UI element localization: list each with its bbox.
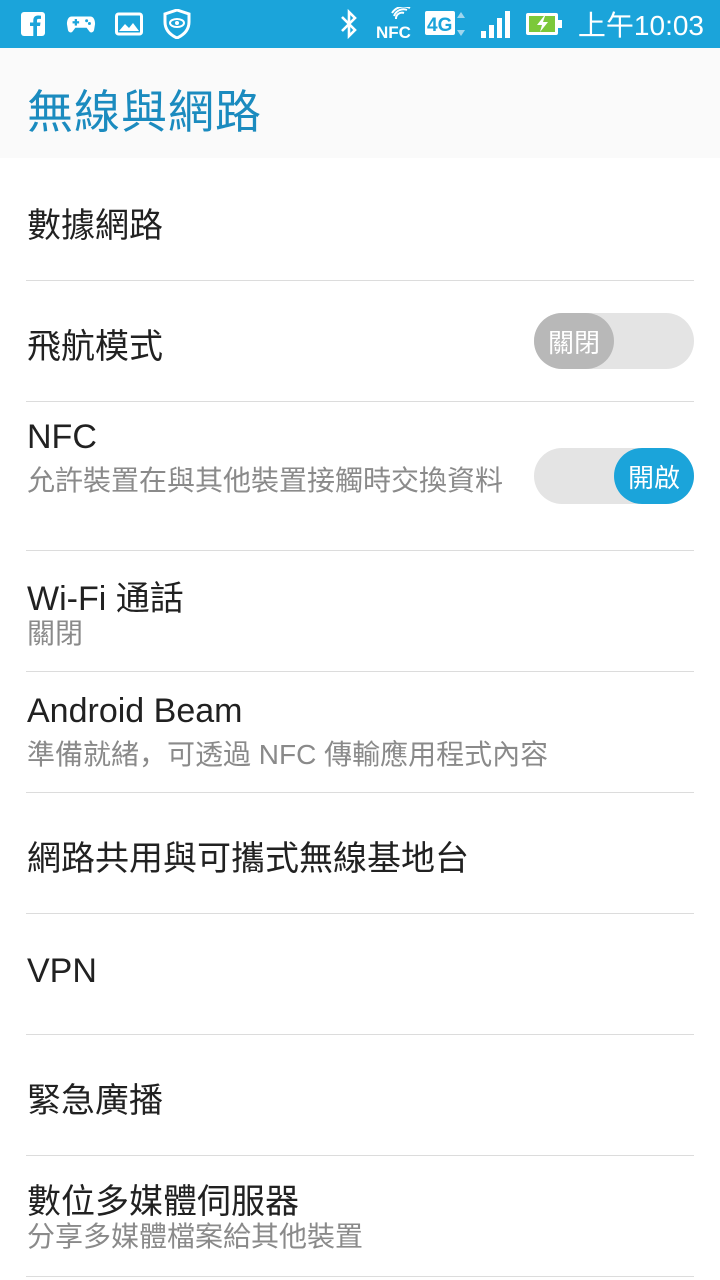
setting-title: 網路共用與可攜式無線基地台	[27, 840, 469, 878]
switch-knob: 開啟	[614, 448, 694, 504]
setting-title: 數位多媒體伺服器	[27, 1183, 299, 1221]
setting-title: 數據網路	[27, 207, 163, 245]
gamepad-icon	[66, 9, 96, 39]
airplane-mode-switch[interactable]: 關閉	[534, 313, 694, 369]
setting-subtitle: 關閉	[27, 618, 84, 649]
setting-android-beam[interactable]: Android Beam 準備就緒，可透過 NFC 傳輸應用程式內容	[0, 672, 720, 792]
setting-tethering[interactable]: 網路共用與可攜式無線基地台	[0, 793, 720, 913]
signal-icon	[478, 9, 514, 39]
shield-eye-icon	[162, 9, 192, 39]
switch-knob: 關閉	[534, 313, 614, 369]
system-icons: NFC 4G 上午10:03	[334, 6, 704, 42]
battery-charging-icon	[524, 9, 564, 39]
4g-icon: 4G	[424, 9, 468, 39]
app-bar: 無線與網路	[0, 48, 720, 158]
setting-data-network[interactable]: 數據網路	[0, 160, 720, 280]
setting-wifi-calling[interactable]: Wi-Fi 通話 關閉	[0, 551, 720, 671]
setting-title: NFC	[27, 418, 97, 456]
setting-title: 飛航模式	[27, 328, 163, 366]
nfc-switch[interactable]: 開啟	[534, 448, 694, 504]
nfc-icon: NFC	[374, 7, 414, 41]
svg-text:NFC: NFC	[376, 23, 411, 41]
setting-subtitle: 允許裝置在與其他裝置接觸時交換資料	[27, 465, 504, 496]
notification-icons	[18, 8, 192, 40]
image-icon	[114, 9, 144, 39]
setting-airplane-mode[interactable]: 飛航模式 關閉	[0, 281, 720, 401]
setting-vpn[interactable]: VPN	[0, 914, 720, 1034]
facebook-icon	[18, 9, 48, 39]
setting-title: VPN	[27, 952, 97, 990]
svg-text:4G: 4G	[427, 15, 452, 36]
bluetooth-icon	[334, 8, 364, 40]
setting-emergency-broadcast[interactable]: 緊急廣播	[0, 1035, 720, 1155]
setting-nfc[interactable]: NFC 允許裝置在與其他裝置接觸時交換資料 開啟	[0, 402, 720, 550]
setting-media-server[interactable]: 數位多媒體伺服器 分享多媒體檔案給其他裝置	[0, 1156, 720, 1276]
page-title: 無線與網路	[27, 85, 262, 139]
setting-subtitle: 準備就緒，可透過 NFC 傳輸應用程式內容	[27, 739, 549, 770]
clock: 上午10:03	[577, 10, 704, 41]
setting-title: Wi-Fi 通話	[27, 580, 184, 618]
setting-title: 緊急廣播	[27, 1082, 163, 1120]
status-bar: NFC 4G 上午10:03	[0, 0, 720, 48]
divider	[26, 1276, 694, 1277]
setting-subtitle: 分享多媒體檔案給其他裝置	[27, 1221, 364, 1252]
setting-title: Android Beam	[27, 692, 243, 730]
